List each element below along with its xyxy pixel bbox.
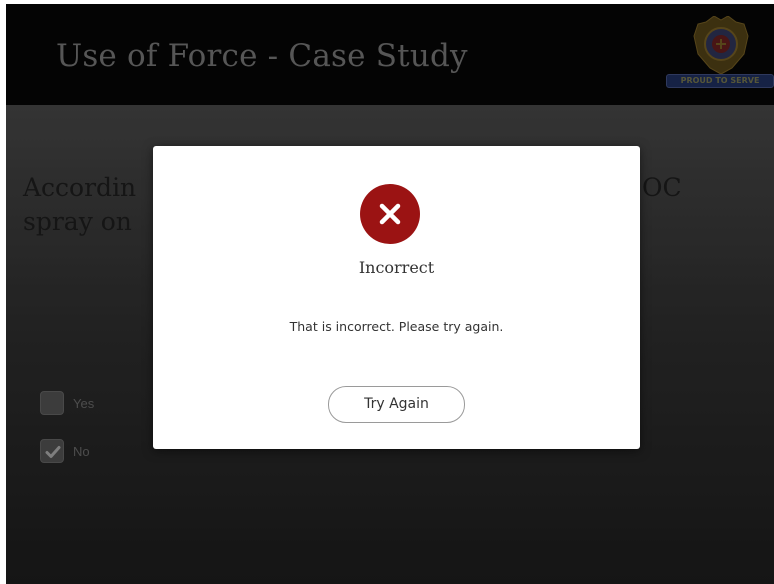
error-x-icon [360,184,420,244]
feedback-modal: Incorrect That is incorrect. Please try … [153,146,640,449]
modal-title: Incorrect [358,258,435,277]
modal-message: That is incorrect. Please try again. [289,319,504,334]
try-again-button[interactable]: Try Again [328,386,465,423]
slide-frame: Use of Force - Case Study PROUD TO SERVE… [6,4,774,584]
